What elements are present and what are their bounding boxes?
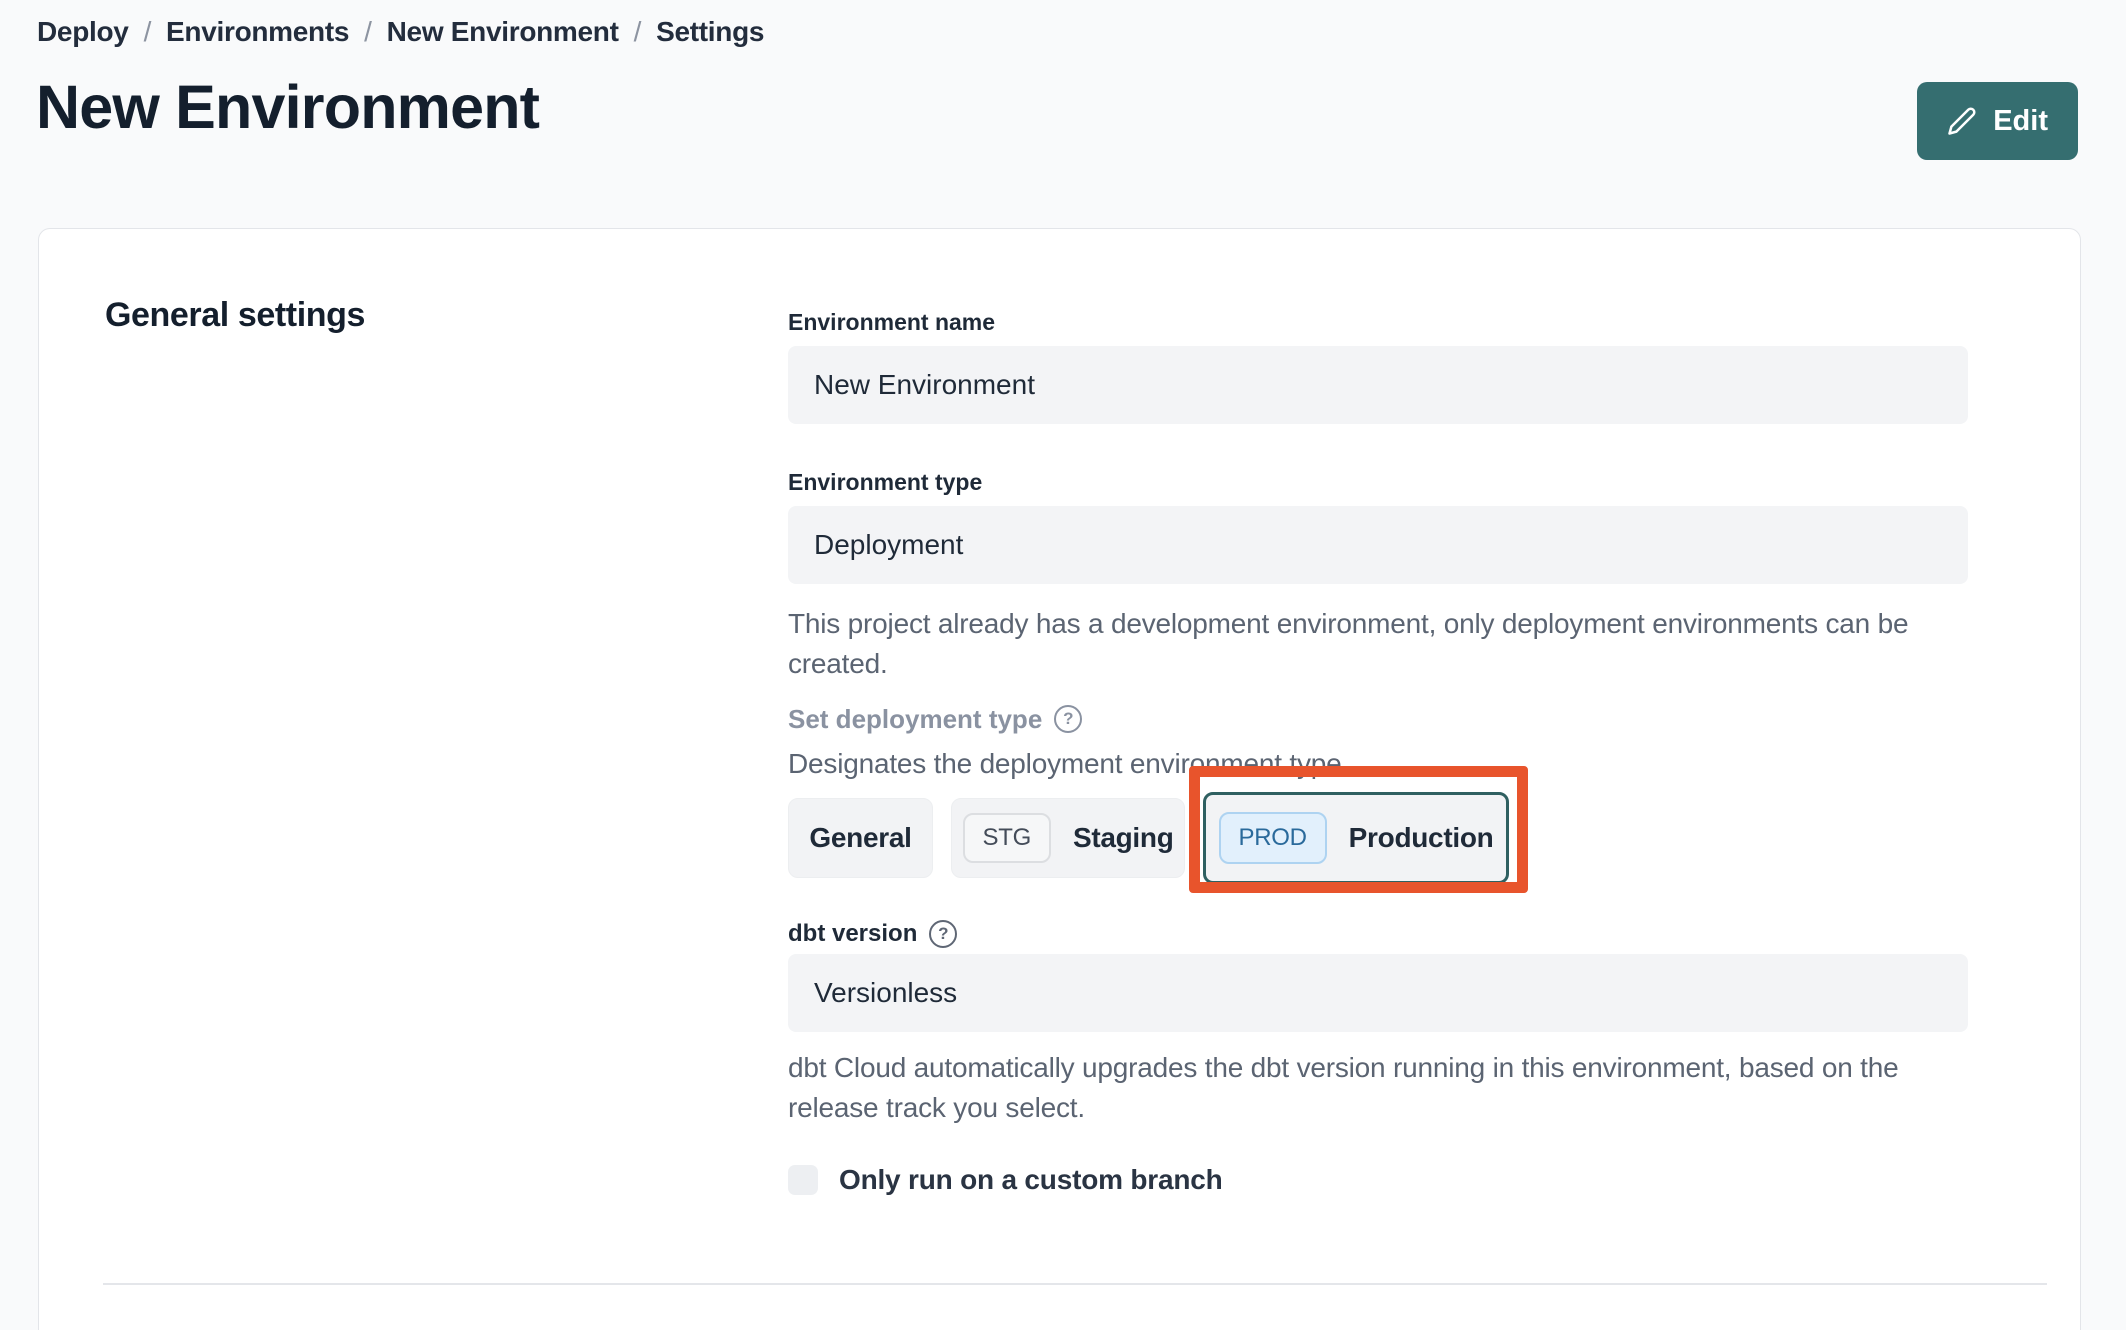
page-title: New Environment [36, 73, 540, 141]
general-settings-card: General settings Environment name New En… [38, 228, 2081, 1330]
general-settings-heading: General settings [105, 296, 366, 334]
breadcrumb-new-environment[interactable]: New Environment [387, 16, 619, 48]
deployment-type-production-button[interactable]: PROD Production [1203, 792, 1509, 884]
environment-type-help-text: This project already has a development e… [788, 608, 1909, 679]
breadcrumb-separator: / [364, 16, 372, 47]
settings-form: Environment name New Environment Environ… [788, 308, 1968, 1196]
environment-type-label: Environment type [788, 468, 983, 495]
set-deployment-type-label: Set deployment type [788, 703, 1043, 734]
general-option-label: General [809, 822, 912, 853]
breadcrumb: Deploy / Environments / New Environment … [37, 16, 764, 48]
deployment-type-staging-button[interactable]: STG Staging [951, 798, 1185, 878]
environment-type-input[interactable]: Deployment [788, 506, 1968, 584]
dbt-version-help-text: dbt Cloud automatically upgrades the dbt… [788, 1052, 1899, 1123]
breadcrumb-deploy[interactable]: Deploy [37, 16, 129, 48]
dbt-version-label: dbt version [788, 920, 918, 947]
environment-name-label: Environment name [788, 308, 996, 335]
breadcrumb-environments[interactable]: Environments [166, 16, 349, 48]
deployment-type-description: Designates the deployment environment ty… [788, 748, 1350, 779]
deployment-type-general-button[interactable]: General [788, 798, 933, 878]
section-divider [103, 1283, 2047, 1285]
custom-branch-checkbox[interactable] [788, 1165, 818, 1195]
breadcrumb-settings: Settings [656, 16, 765, 47]
production-option-label: Production [1348, 822, 1494, 853]
dbt-version-label-row: dbt version ? [788, 920, 1968, 948]
breadcrumb-separator: / [633, 16, 642, 47]
breadcrumb-separator: / [143, 16, 152, 47]
edit-button[interactable]: Edit [1917, 82, 2078, 160]
staging-option-label: Staging [1072, 822, 1174, 853]
help-icon[interactable]: ? [1054, 705, 1083, 733]
dbt-version-input[interactable]: Versionless [788, 954, 1968, 1032]
custom-branch-row: Only run on a custom branch [788, 1164, 1968, 1196]
set-deployment-type-label-row: Set deployment type ? [788, 704, 1968, 734]
environment-name-input[interactable]: New Environment [788, 346, 1968, 424]
help-icon[interactable]: ? [929, 920, 958, 948]
page-header: Deploy / Environments / New Environment … [0, 0, 2126, 228]
edit-button-label: Edit [1993, 104, 2048, 137]
prod-badge: PROD [1218, 812, 1327, 864]
deployment-type-options: General STG Staging PROD Production [788, 792, 1968, 884]
custom-branch-label: Only run on a custom branch [839, 1164, 1223, 1195]
pencil-icon [1947, 106, 1977, 136]
stg-badge: STG [962, 813, 1051, 863]
